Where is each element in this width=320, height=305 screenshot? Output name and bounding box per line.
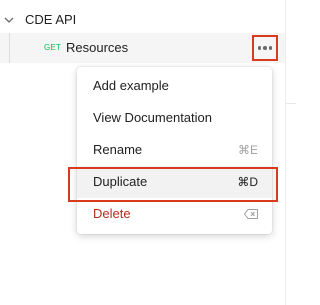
panel-divider-tick [286,103,296,104]
menu-item-rename[interactable]: Rename ⌘E [77,134,272,166]
menu-item-add-example[interactable]: Add example [77,70,272,102]
request-name: Resources [66,40,129,55]
collection-name: CDE API [25,12,77,27]
menu-item-label: Duplicate [93,174,148,189]
menu-item-duplicate[interactable]: Duplicate ⌘D [77,166,272,198]
more-horizontal-icon-dot [268,46,273,50]
more-actions-button[interactable] [252,35,278,61]
more-horizontal-icon [257,46,262,50]
panel-divider [285,0,286,305]
menu-item-label: View Documentation [93,110,212,125]
menu-item-view-documentation[interactable]: View Documentation [77,102,272,134]
menu-item-label: Add example [93,78,169,93]
menu-item-delete[interactable]: Delete [77,198,272,230]
context-menu: Add example View Documentation Rename ⌘E… [77,67,272,234]
shortcut-label: ⌘D [237,175,258,189]
more-horizontal-icon-dot [263,46,267,50]
backspace-icon [244,209,258,219]
chevron-down-icon[interactable] [3,14,15,26]
collection-row[interactable]: CDE API [0,8,285,34]
request-row[interactable]: GET Resources [0,33,285,63]
indent-guide [9,33,10,63]
menu-item-label: Rename [93,142,143,157]
shortcut-label: ⌘E [237,143,258,157]
menu-item-label: Delete [93,206,131,221]
request-method-badge: GET [44,43,62,52]
